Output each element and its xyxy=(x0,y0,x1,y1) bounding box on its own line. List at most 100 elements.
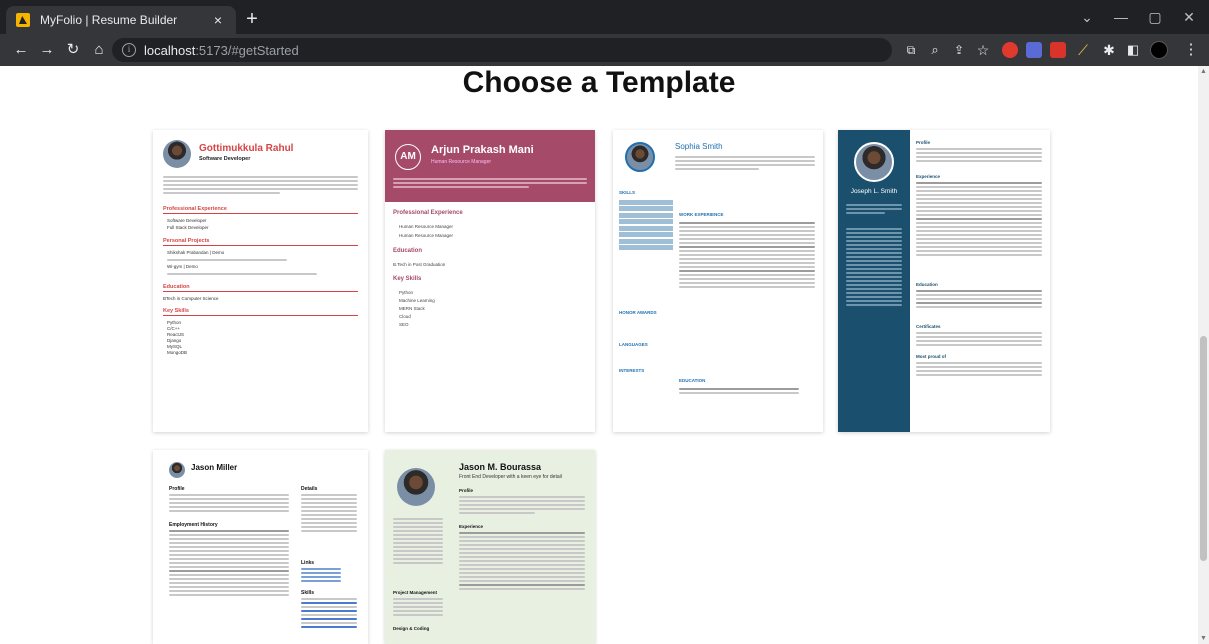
address-bar[interactable]: i localhost:5173/#getStarted xyxy=(112,38,892,62)
open-in-window-icon[interactable]: ⧉ xyxy=(900,39,922,61)
resume-role: Software Developer xyxy=(199,156,251,162)
section-header: Most proud of xyxy=(916,354,946,359)
extension-red-icon[interactable] xyxy=(1002,42,1018,58)
avatar xyxy=(854,142,894,182)
section-header: Education xyxy=(163,284,358,292)
project-item: Wi-gym | Demo xyxy=(167,264,198,269)
scroll-down-arrow-icon[interactable]: ▼ xyxy=(1200,635,1207,642)
extension-badge-icon[interactable] xyxy=(1050,42,1066,58)
section-header: Project Management xyxy=(393,590,438,595)
skill-item: Cloud xyxy=(399,314,411,319)
browser-tab-bar: MyFolio | Resume Builder × + ⌄ — ▢ ✕ xyxy=(0,0,1209,34)
resume-name: Arjun Prakash Mani xyxy=(431,144,534,156)
menu-kebab-icon[interactable]: ⋮ xyxy=(1180,39,1202,61)
section-header: LANGUAGES xyxy=(619,342,648,347)
page-title: Choose a Template xyxy=(462,66,736,99)
tab-title: MyFolio | Resume Builder xyxy=(40,13,178,27)
site-favicon-icon xyxy=(16,13,30,27)
avatar xyxy=(169,462,185,478)
minimize-button[interactable]: — xyxy=(1104,6,1138,28)
project-item: Shikshak Prabandan | Demo xyxy=(167,250,225,255)
section-header: Professional Experience xyxy=(163,206,358,214)
template-card-2[interactable]: AM Arjun Prakash Mani Human Resource Man… xyxy=(385,130,595,432)
section-header: Personal Projects xyxy=(163,238,358,246)
skill-item: MongoDB xyxy=(167,350,188,355)
template-card-6[interactable]: Jason M. Bourassa Front End Developer wi… xyxy=(385,450,595,644)
resume-role: Front End Developer with a keen eye for … xyxy=(459,474,562,480)
side-panel-icon[interactable]: ◧ xyxy=(1122,39,1144,61)
skill-item: ReactJS xyxy=(167,332,185,337)
resume-name: Joseph L. Smith xyxy=(850,188,898,195)
avatar xyxy=(163,140,191,168)
profile-avatar[interactable] xyxy=(1150,41,1168,59)
resume-name: Jason Miller xyxy=(191,463,238,472)
browser-toolbar: ← → ↻ ⌂ i localhost:5173/#getStarted ⧉ ⌕… xyxy=(0,34,1209,66)
skill-item: MERN Stack xyxy=(399,306,425,311)
template-card-5[interactable]: Jason Miller Profile Employment History … xyxy=(153,450,368,644)
close-tab-icon[interactable]: × xyxy=(210,12,226,28)
section-header: Experience xyxy=(916,174,941,179)
skill-item: Python xyxy=(399,290,414,295)
resume-role: Human Resource Manager xyxy=(431,159,492,165)
section-header: WORK EXPERIENCE xyxy=(679,212,724,217)
experience-item: Human Resource Manager xyxy=(399,224,454,229)
section-header: Experience xyxy=(459,524,484,529)
resume-name: Jason M. Bourassa xyxy=(459,462,542,472)
education-item: B.Tech in Post Graduation xyxy=(393,262,446,267)
scrollbar-thumb[interactable] xyxy=(1200,336,1207,561)
close-window-button[interactable]: ✕ xyxy=(1172,6,1206,28)
experience-item: Full Stack Developer xyxy=(167,225,209,230)
resume-name: Sophia Smith xyxy=(675,142,723,151)
extension-pen-icon[interactable]: ⟋ xyxy=(1072,39,1094,61)
scroll-up-arrow-icon[interactable]: ▲ xyxy=(1200,68,1207,75)
zoom-icon[interactable]: ⌕ xyxy=(924,39,946,61)
page-scrollbar[interactable]: ▲ ▼ xyxy=(1198,66,1209,644)
template-card-1[interactable]: Gottimukkula Rahul Software Developer Pr… xyxy=(153,130,368,432)
resume-name: Gottimukkula Rahul xyxy=(199,143,294,154)
experience-item: Human Resource Manager xyxy=(399,233,454,238)
extension-blue-icon[interactable] xyxy=(1026,42,1042,58)
section-header: Profile xyxy=(459,488,474,493)
section-header: Certificates xyxy=(916,324,941,329)
skill-item: MySQL xyxy=(167,344,183,349)
section-header: Key Skills xyxy=(393,276,422,282)
template-card-4[interactable]: Joseph L. Smith Profile Experience Educa… xyxy=(838,130,1050,432)
section-header: Profile xyxy=(916,140,931,145)
skill-item: Machine Learning xyxy=(399,298,435,303)
url-host: localhost xyxy=(144,42,196,58)
avatar xyxy=(397,468,435,506)
extensions-puzzle-icon[interactable]: ✱ xyxy=(1098,39,1120,61)
summary-lines xyxy=(163,174,358,196)
section-header: SKILLS xyxy=(619,190,636,195)
home-icon[interactable]: ⌂ xyxy=(88,39,110,61)
skill-item: C/C++ xyxy=(167,326,181,331)
section-header: INTERESTS xyxy=(619,368,645,373)
url-path: :5173/#getStarted xyxy=(195,42,299,58)
experience-item: Software Developer xyxy=(167,218,207,223)
page-content: Choose a Template Gottimukkula Rahul Sof… xyxy=(0,66,1198,644)
sidebar-panel: Joseph L. Smith xyxy=(838,130,910,432)
share-icon[interactable]: ⇪ xyxy=(948,39,970,61)
section-header: Education xyxy=(916,282,938,287)
section-header: Design & Coding xyxy=(393,626,430,631)
forward-arrow-icon[interactable]: → xyxy=(36,39,58,61)
section-header: Professional Experience xyxy=(393,210,463,216)
skill-item: Django xyxy=(167,338,182,343)
new-tab-button[interactable]: + xyxy=(240,8,264,32)
section-header: HONOR AWARDS xyxy=(619,310,657,315)
bookmark-star-icon[interactable]: ☆ xyxy=(972,39,994,61)
initials-badge: AM xyxy=(395,144,421,170)
browser-tab[interactable]: MyFolio | Resume Builder × xyxy=(6,6,236,34)
section-header: Education xyxy=(393,248,423,254)
skill-item: SEO xyxy=(399,322,409,327)
header-banner: AM Arjun Prakash Mani Human Resource Man… xyxy=(385,130,595,202)
avatar xyxy=(625,142,655,172)
restore-button[interactable]: ▢ xyxy=(1138,6,1172,28)
tab-search-icon[interactable]: ⌄ xyxy=(1070,6,1104,28)
site-info-icon[interactable]: i xyxy=(122,43,136,57)
template-card-3[interactable]: Sophia Smith SKILLS WORK EXPERIENCE HONO… xyxy=(613,130,823,432)
skills-list xyxy=(619,198,673,252)
back-arrow-icon[interactable]: ← xyxy=(10,39,32,61)
reload-icon[interactable]: ↻ xyxy=(62,39,84,61)
education-item: BTech in Computer Science xyxy=(163,296,219,301)
